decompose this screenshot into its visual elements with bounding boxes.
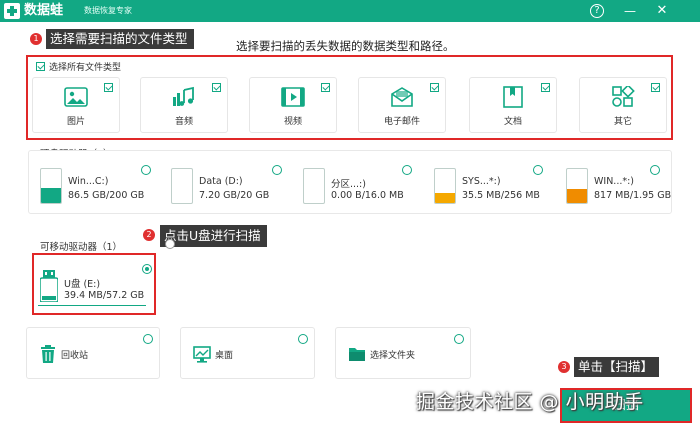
drive-c[interactable]: Win...C:) 86.5 GB/200 GB <box>40 168 160 212</box>
location-radio[interactable] <box>143 334 153 344</box>
drive-icon <box>171 168 193 204</box>
file-type-audio[interactable]: 音频 <box>140 77 228 133</box>
usb-selected-underline <box>38 305 146 306</box>
checkbox-icon <box>36 62 45 71</box>
email-icon <box>391 87 413 107</box>
document-icon <box>503 86 523 108</box>
drive-size: 39.4 MB/57.2 GB <box>64 290 145 301</box>
checkbox-icon[interactable] <box>321 83 330 92</box>
drive-name: 分区...:) <box>331 179 366 190</box>
video-icon <box>281 87 305 107</box>
watermark: 掘金技术社区 @ 小明助手 <box>416 391 644 413</box>
other-icon <box>612 86 635 107</box>
file-type-email[interactable]: 电子邮件 <box>358 77 446 133</box>
file-type-label: 电子邮件 <box>383 117 420 127</box>
checkbox-icon[interactable] <box>212 83 221 92</box>
instruction-text: 选择要扫描的丢失数据的数据类型和路径。 <box>236 39 455 53</box>
file-type-label: 文档 <box>503 117 522 127</box>
help-icon[interactable]: ? <box>590 4 604 18</box>
minimize-icon[interactable]: — <box>622 3 638 19</box>
annotation-step2-number: 2 <box>143 229 155 241</box>
drive-sys-radio[interactable] <box>533 165 543 175</box>
drive-usb[interactable]: U盘 (E:) 39.4 MB/57.2 GB <box>40 270 160 314</box>
checkbox-icon[interactable] <box>430 83 439 92</box>
location-radio[interactable] <box>298 334 308 344</box>
drive-size: 35.5 MB/256 MB <box>462 190 540 201</box>
annotation-step1: 选择需要扫描的文件类型 <box>46 29 194 49</box>
file-type-label: 其它 <box>613 117 632 127</box>
usb-drive-icon <box>40 270 58 302</box>
folder-icon <box>349 348 365 361</box>
annotation-step3-number: 3 <box>558 361 570 373</box>
drive-name: U盘 (E:) <box>64 279 101 290</box>
location-desktop[interactable]: 桌面 <box>180 327 315 379</box>
drive-name: WIN...*:) <box>594 176 635 187</box>
file-type-video[interactable]: 视频 <box>249 77 337 133</box>
drive-size: 0.00 B/16.0 MB <box>331 190 404 201</box>
checkbox-icon[interactable] <box>541 83 550 92</box>
drive-d[interactable]: Data (D:) 7.20 GB/20 GB <box>171 168 291 212</box>
location-recycle-bin[interactable]: 回收站 <box>26 327 160 379</box>
drive-icon <box>303 168 325 204</box>
location-label: 桌面 <box>215 351 234 361</box>
location-radio[interactable] <box>454 334 464 344</box>
drive-d-radio[interactable] <box>272 165 282 175</box>
location-label: 回收站 <box>61 351 89 361</box>
drive-size: 7.20 GB/20 GB <box>199 190 270 201</box>
drive-name: SYS...*:) <box>462 176 501 187</box>
annotation-step2: 点击U盘进行扫描 <box>160 225 267 247</box>
file-type-image[interactable]: 图片 <box>32 77 120 133</box>
select-all-label: 选择所有文件类型 <box>49 63 122 73</box>
file-type-label: 音频 <box>174 117 193 127</box>
annotation-step3: 单击【扫描】 <box>574 357 660 377</box>
location-label: 选择文件夹 <box>370 351 416 361</box>
desktop-icon <box>193 346 211 363</box>
file-type-document[interactable]: 文档 <box>469 77 557 133</box>
drive-c-radio[interactable] <box>141 165 151 175</box>
removable-drives-title: 可移动驱动器（1） <box>40 242 123 253</box>
annotation-pointer <box>165 239 175 249</box>
checkbox-icon[interactable] <box>104 83 113 92</box>
app-subtitle: 数据恢复专家 <box>84 6 132 15</box>
drive-icon <box>434 168 456 204</box>
title-bar: 数据蛙 数据恢复专家 ? — ✕ <box>0 0 700 22</box>
drive-usb-radio[interactable] <box>142 264 152 274</box>
app-name: 数据蛙 <box>24 3 64 18</box>
file-type-label: 图片 <box>66 117 85 127</box>
drive-icon <box>566 168 588 204</box>
checkbox-icon[interactable] <box>651 83 660 92</box>
drive-name: Win...C:) <box>68 176 109 187</box>
recycle-bin-icon <box>41 345 55 363</box>
drive-size: 817 MB/1.95 GB <box>594 190 672 201</box>
drive-win-radio[interactable] <box>650 165 660 175</box>
select-all-checkbox[interactable]: 选择所有文件类型 <box>36 60 121 73</box>
drive-icon <box>40 168 62 204</box>
drive-name: Data (D:) <box>199 176 243 187</box>
file-type-label: 视频 <box>283 117 302 127</box>
audio-icon <box>173 86 194 106</box>
file-type-other[interactable]: 其它 <box>579 77 667 133</box>
close-icon[interactable]: ✕ <box>654 3 670 19</box>
file-type-panel: 选择所有文件类型 图片 音频 视频 电子邮件 文档 其它 <box>28 57 671 138</box>
app-logo-icon <box>4 3 20 19</box>
drive-win[interactable]: WIN...*:) 817 MB/1.95 GB <box>566 168 686 212</box>
drive-size: 86.5 GB/200 GB <box>68 190 145 201</box>
drive-partition-radio[interactable] <box>402 165 412 175</box>
annotation-step1-number: 1 <box>30 33 42 45</box>
image-icon <box>64 87 88 107</box>
location-choose-folder[interactable]: 选择文件夹 <box>335 327 471 379</box>
